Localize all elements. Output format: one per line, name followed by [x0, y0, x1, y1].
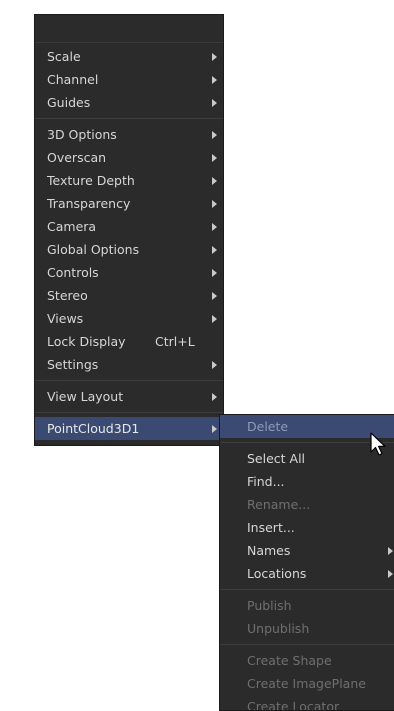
menu-item-create-imageplane: Create ImagePlane — [220, 672, 394, 695]
menu-item-unpublish: Unpublish — [220, 617, 394, 640]
menu-separator — [220, 442, 394, 443]
menu-item-label: Channel — [47, 72, 99, 87]
submenu-arrow-icon — [388, 570, 393, 578]
menu-item-label: Stereo — [47, 288, 88, 303]
pointcloud-submenu: Delete Select All Find... Rename... Insert..… — [219, 414, 394, 711]
menu-item-insert[interactable]: Insert... — [220, 516, 394, 539]
menu-item-label: Insert... — [247, 520, 295, 535]
submenu-arrow-icon — [212, 361, 217, 369]
submenu-arrow-icon — [212, 425, 217, 433]
menu-item-find[interactable]: Find... — [220, 470, 394, 493]
menu-item-global-options[interactable]: Global Options — [35, 238, 223, 261]
menu-separator — [35, 118, 223, 119]
menu-item-label: View Layout — [47, 389, 124, 404]
mouse-pointer-icon — [370, 432, 386, 456]
menu-item-names[interactable]: Names — [220, 539, 394, 562]
menu-item-label: Rename... — [247, 497, 311, 512]
menu-item-label: Controls — [47, 265, 99, 280]
menu-item-select-all[interactable]: Select All — [220, 447, 394, 470]
submenu-arrow-icon — [212, 292, 217, 300]
menu-item-label: PointCloud3D1 — [47, 421, 140, 436]
menu-item-label: Unpublish — [247, 621, 310, 636]
menu-separator — [35, 380, 223, 381]
menu-item-scale[interactable]: Scale — [35, 45, 223, 68]
menu-item-label: Camera — [47, 219, 97, 234]
submenu-arrow-icon — [212, 393, 217, 401]
menu-item-label: Locations — [247, 566, 307, 581]
submenu-arrow-icon — [212, 223, 217, 231]
submenu-arrow-icon — [212, 99, 217, 107]
menu-item-label: Transparency — [47, 196, 131, 211]
menu-item-label: Lock Display — [47, 334, 126, 349]
menu-item-label: Scale — [47, 49, 81, 64]
menu-item-3d-options[interactable]: 3D Options — [35, 123, 223, 146]
menu-item-label: Publish — [247, 598, 292, 613]
menu-separator — [220, 589, 394, 590]
submenu-arrow-icon — [212, 269, 217, 277]
shortcut-label: Ctrl+L — [155, 334, 195, 349]
menu-item-lock-display[interactable]: Lock Display Ctrl+L — [35, 330, 223, 353]
menu-item-label: Overscan — [47, 150, 107, 165]
submenu-arrow-icon — [212, 200, 217, 208]
menu-item-label: Create Shape — [247, 653, 332, 668]
menu-item-pointcloud3d1[interactable]: PointCloud3D1 — [35, 417, 223, 440]
submenu-arrow-icon — [212, 76, 217, 84]
submenu-arrow-icon — [212, 246, 217, 254]
submenu-arrow-icon — [212, 131, 217, 139]
submenu-arrow-icon — [212, 53, 217, 61]
menu-item-label: Select All — [247, 451, 306, 466]
menu-item-create-shape: Create Shape — [220, 649, 394, 672]
menu-item-delete[interactable]: Delete — [220, 415, 394, 438]
menu-item-label: Names — [247, 543, 291, 558]
menu-item-view-layout[interactable]: View Layout — [35, 385, 223, 408]
menu-item-label: Views — [47, 311, 84, 326]
menu-item-camera[interactable]: Camera — [35, 215, 223, 238]
menu-item-channel[interactable]: Channel — [35, 68, 223, 91]
menu-item-views[interactable]: Views — [35, 307, 223, 330]
submenu-arrow-icon — [212, 177, 217, 185]
menu-item-rename: Rename... — [220, 493, 394, 516]
menu-item-transparency[interactable]: Transparency — [35, 192, 223, 215]
menu-item-label: Global Options — [47, 242, 140, 257]
menu-item-label: Find... — [247, 474, 285, 489]
context-menu: Scale Channel Guides 3D Options Overscan Text… — [34, 14, 224, 446]
menu-item-label: Texture Depth — [47, 173, 135, 188]
menu-item-settings[interactable]: Settings — [35, 353, 223, 376]
menu-item-locations[interactable]: Locations — [220, 562, 394, 585]
menu-item-label: Create ImagePlane — [247, 676, 366, 691]
menu-item-create-locator: Create Locator — [220, 695, 394, 711]
menu-header — [35, 15, 223, 43]
menu-item-label: Create Locator — [247, 699, 340, 711]
menu-item-label: Settings — [47, 357, 99, 372]
menu-item-controls[interactable]: Controls — [35, 261, 223, 284]
submenu-arrow-icon — [212, 315, 217, 323]
menu-item-label: Delete — [247, 419, 289, 434]
menu-item-stereo[interactable]: Stereo — [35, 284, 223, 307]
menu-item-label: 3D Options — [47, 127, 117, 142]
menu-item-texture-depth[interactable]: Texture Depth — [35, 169, 223, 192]
menu-item-label: Guides — [47, 95, 91, 110]
menu-separator — [35, 412, 223, 413]
submenu-arrow-icon — [212, 154, 217, 162]
menu-item-publish: Publish — [220, 594, 394, 617]
menu-item-overscan[interactable]: Overscan — [35, 146, 223, 169]
menu-item-guides[interactable]: Guides — [35, 91, 223, 114]
menu-separator — [220, 644, 394, 645]
submenu-arrow-icon — [388, 547, 393, 555]
